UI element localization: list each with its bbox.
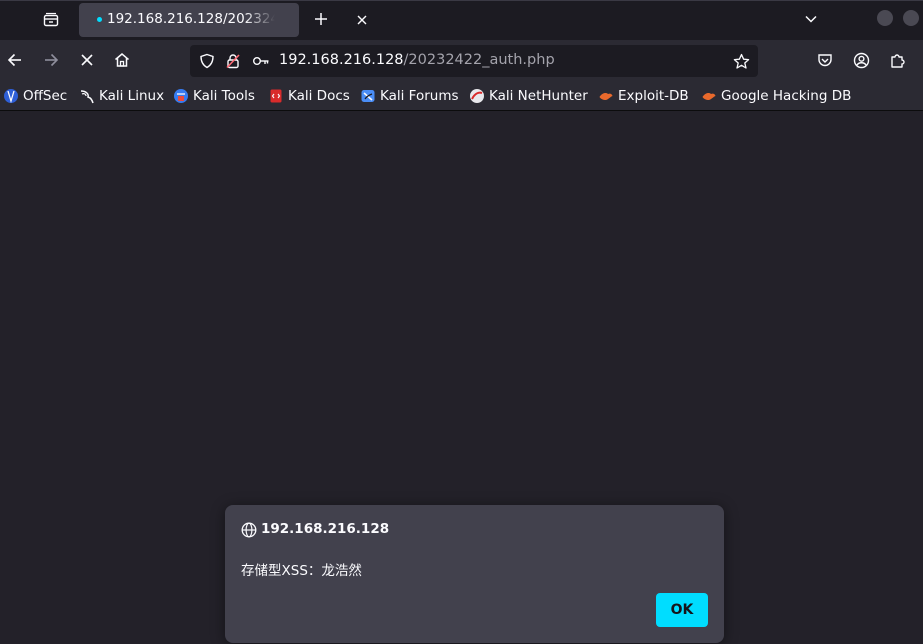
stop-button[interactable]	[72, 45, 102, 75]
close-icon	[357, 15, 367, 25]
address-bar[interactable]: 192.168.216.128/20232422_auth.php	[190, 45, 758, 77]
home-icon	[115, 53, 129, 67]
alert-dialog: 192.168.216.128 存储型XSS：龙浩然 OK	[225, 505, 724, 643]
bookmark-exploit-db[interactable]: Exploit-DB	[598, 86, 689, 106]
bookmark-label: Kali NetHunter	[489, 88, 588, 104]
exploit-db-icon	[598, 88, 614, 104]
insecure-connection-button[interactable]	[224, 52, 242, 70]
tab-active[interactable]: 192.168.216.128/20232422_auth.php	[79, 3, 367, 37]
plus-icon	[315, 13, 327, 25]
key-icon	[253, 56, 269, 65]
ghdb-icon	[701, 88, 717, 104]
kali-dragon-icon	[79, 88, 95, 104]
puzzle-icon	[890, 53, 905, 68]
tab-title: 192.168.216.128/20232422_auth.php	[107, 11, 275, 27]
tab-close-button[interactable]	[353, 11, 371, 29]
kali-tools-icon	[173, 88, 189, 104]
home-button[interactable]	[107, 45, 137, 75]
url-text[interactable]: 192.168.216.128/20232422_auth.php	[279, 52, 555, 68]
url-host: 192.168.216.128	[279, 52, 404, 68]
bookmark-kali-tools[interactable]: Kali Tools	[173, 86, 255, 106]
forward-button[interactable]	[36, 45, 66, 75]
tab-list-icon	[43, 12, 59, 27]
bookmark-kali-forums[interactable]: Kali Forums	[360, 86, 459, 106]
insecure-lock-icon	[226, 54, 240, 69]
extensions-button[interactable]	[882, 45, 912, 75]
back-button[interactable]	[0, 45, 30, 75]
star-icon	[733, 53, 749, 69]
bookmark-label: Kali Forums	[380, 88, 459, 104]
globe-icon	[241, 522, 257, 538]
bookmark-label: Kali Tools	[193, 88, 255, 104]
nethunter-icon	[469, 88, 485, 104]
bookmark-offsec[interactable]: OffSec	[3, 86, 67, 106]
navigation-toolbar: 192.168.216.128/20232422_auth.php	[0, 40, 923, 82]
new-tab-button[interactable]	[308, 6, 334, 32]
chevron-down-icon	[805, 15, 817, 23]
shield-icon	[200, 53, 214, 69]
minimize-button[interactable]	[877, 10, 893, 26]
pocket-button[interactable]	[810, 45, 840, 75]
dialog-message: 存储型XSS：龙浩然	[241, 563, 362, 579]
ok-button[interactable]: OK	[656, 593, 708, 627]
bookmark-label: Exploit-DB	[618, 88, 689, 104]
bookmark-google-hacking-db[interactable]: Google Hacking DB	[701, 86, 851, 106]
dialog-title: 192.168.216.128	[261, 521, 390, 537]
bookmark-label: Google Hacking DB	[721, 88, 852, 104]
tab-list-button[interactable]	[38, 7, 64, 33]
loading-indicator-icon	[97, 17, 102, 22]
bookmark-kali-docs[interactable]: Kali Docs	[268, 86, 350, 106]
account-button[interactable]	[846, 45, 876, 75]
arrow-right-icon	[45, 53, 59, 67]
bookmark-page-button[interactable]	[732, 52, 750, 70]
bookmarks-toolbar: OffSec Kali Linux Kali Tools Kali Docs K…	[0, 82, 923, 111]
url-path: /20232422_auth.php	[403, 52, 555, 68]
tab-bar: 192.168.216.128/20232422_auth.php	[0, 0, 923, 40]
bookmark-label: Kali Linux	[99, 88, 165, 104]
maximize-button[interactable]	[903, 10, 919, 26]
bookmark-kali-linux[interactable]: Kali Linux	[79, 86, 164, 106]
arrow-left-icon	[7, 53, 21, 67]
pocket-icon	[818, 54, 832, 67]
bookmark-kali-nethunter[interactable]: Kali NetHunter	[469, 86, 588, 106]
offsec-icon	[3, 88, 19, 104]
kali-forums-icon	[360, 88, 376, 104]
kali-docs-icon	[268, 88, 284, 104]
tracking-protection-button[interactable]	[198, 52, 216, 70]
bookmark-label: Kali Docs	[288, 88, 350, 104]
stop-icon	[81, 54, 93, 66]
bookmark-label: OffSec	[23, 88, 68, 104]
saved-logins-button[interactable]	[252, 52, 270, 70]
account-icon	[853, 52, 869, 68]
list-all-tabs-button[interactable]	[798, 6, 824, 32]
